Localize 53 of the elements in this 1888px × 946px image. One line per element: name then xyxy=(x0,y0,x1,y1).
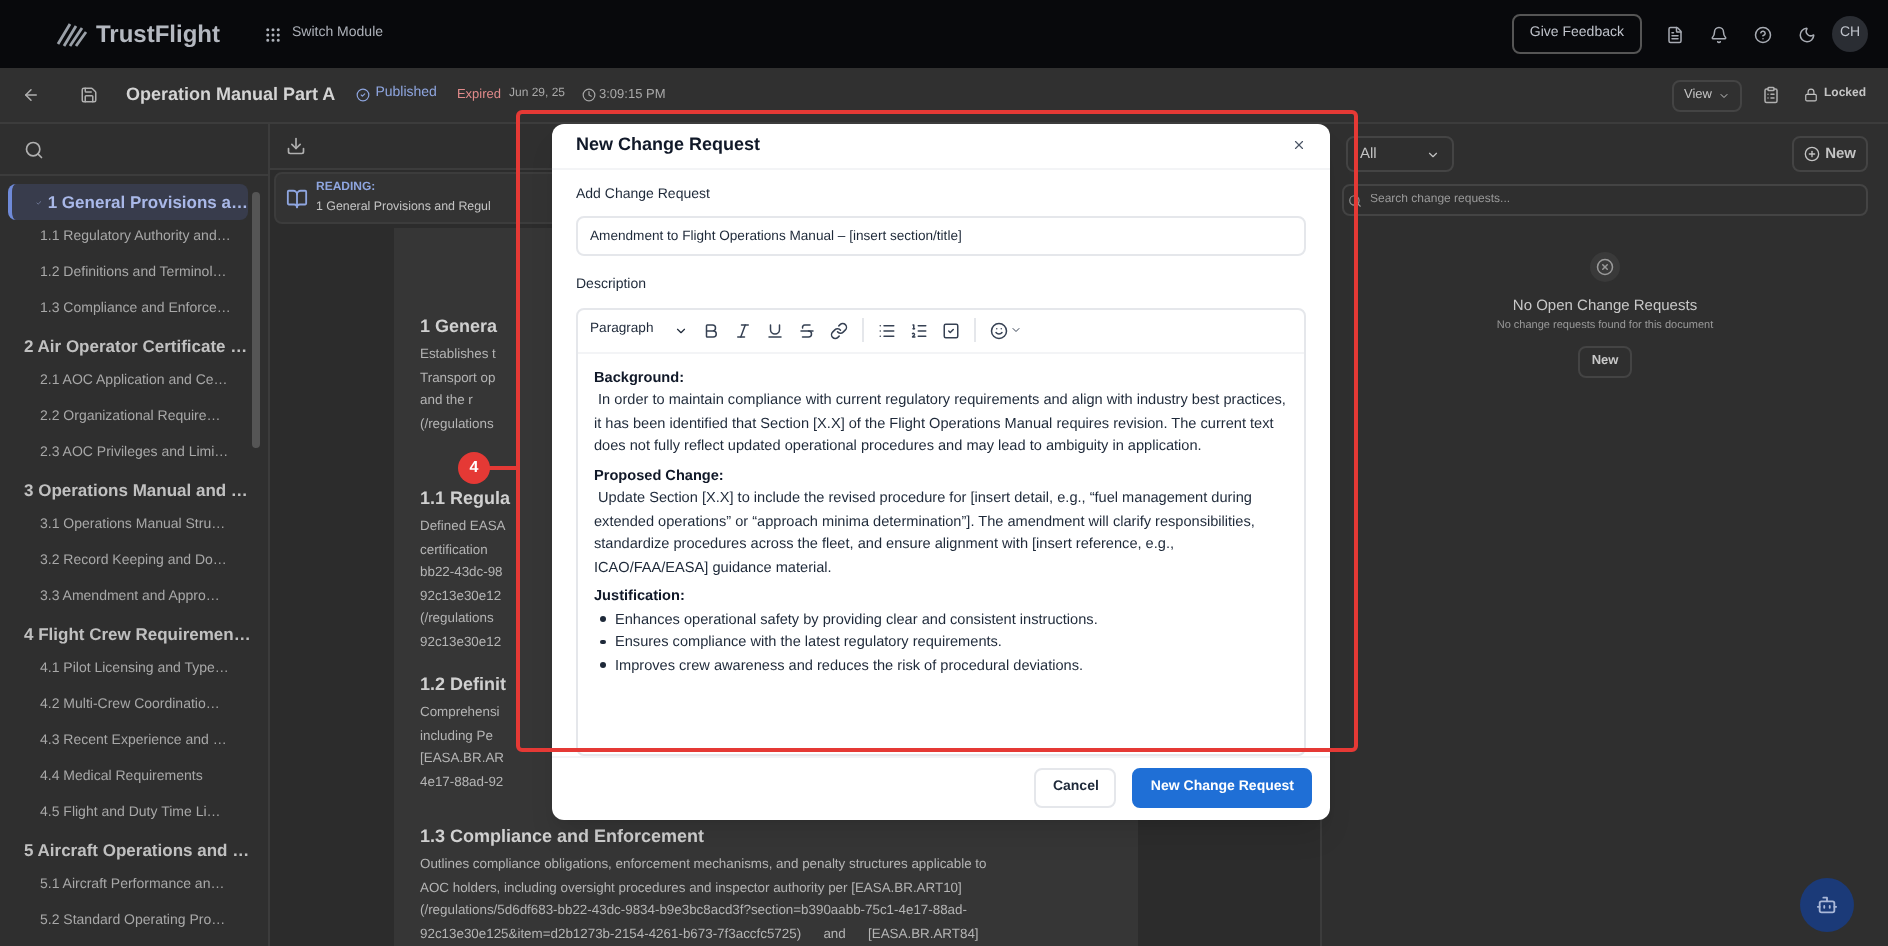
document-icon[interactable] xyxy=(1666,25,1684,43)
clipboard-icon[interactable] xyxy=(1761,86,1780,104)
sidebar-section[interactable]: 1 General Provisions a… xyxy=(8,184,248,220)
download-icon[interactable] xyxy=(286,136,306,157)
sidebar-section[interactable]: 5 Aircraft Operations and … xyxy=(8,832,248,868)
close-icon[interactable] xyxy=(1292,138,1306,153)
sidebar-section[interactable]: 4 Flight Crew Requiremen… xyxy=(8,616,248,652)
link-icon[interactable] xyxy=(829,321,848,340)
checkbox-icon[interactable] xyxy=(941,321,960,340)
logo-text: TrustFlight xyxy=(96,18,220,52)
section-heading: 1.1 Regula xyxy=(420,486,511,512)
search-icon xyxy=(1348,193,1362,207)
book-icon xyxy=(286,187,308,210)
bell-icon[interactable] xyxy=(1710,25,1728,43)
numbered-list-icon[interactable] xyxy=(909,321,928,340)
clock-icon xyxy=(581,88,596,102)
save-icon[interactable] xyxy=(80,86,98,104)
chevron-icon xyxy=(1426,147,1440,161)
bold-icon[interactable] xyxy=(701,321,720,340)
underline-icon[interactable] xyxy=(765,321,784,340)
bullet-list-icon[interactable] xyxy=(877,321,896,340)
chevron-icon xyxy=(673,323,688,338)
description-editor[interactable] xyxy=(576,307,1306,756)
sidebar-section[interactable]: 2 Air Operator Certificate … xyxy=(8,328,248,364)
bullet-icon xyxy=(600,662,605,668)
help-icon[interactable] xyxy=(1754,25,1772,43)
sidebar-section[interactable]: 3 Operations Manual and … xyxy=(8,472,248,508)
empty-state-icon xyxy=(1590,252,1620,282)
strikethrough-icon[interactable] xyxy=(797,321,816,340)
bullet-icon xyxy=(600,616,605,622)
bot-icon xyxy=(1816,894,1838,916)
back-icon[interactable] xyxy=(22,86,40,104)
section-heading: 1.3 Compliance and Enforcement xyxy=(420,824,705,850)
leader-line xyxy=(488,466,516,470)
smile-icon xyxy=(989,321,1008,340)
logo-icon xyxy=(56,20,88,48)
lock-icon xyxy=(1803,88,1818,102)
chevron-icon xyxy=(1717,89,1730,101)
italic-icon[interactable] xyxy=(733,321,752,340)
check-circle-icon xyxy=(355,88,370,102)
chevron-icon xyxy=(1009,324,1022,337)
scrollbar[interactable] xyxy=(252,192,260,448)
plus-icon xyxy=(1803,146,1820,162)
bullet-icon xyxy=(600,639,605,645)
emoji-button[interactable] xyxy=(989,321,1022,340)
search-icon[interactable] xyxy=(24,139,44,159)
section-heading: 1.2 Definit xyxy=(420,672,507,698)
moon-icon[interactable] xyxy=(1798,25,1816,43)
section-heading: 1 Genera xyxy=(420,314,498,340)
assistant-button[interactable] xyxy=(1800,878,1854,932)
modal-title: New Change Request xyxy=(576,132,761,159)
document-title: Operation Manual Part A xyxy=(126,81,336,108)
grid-icon xyxy=(264,25,282,43)
